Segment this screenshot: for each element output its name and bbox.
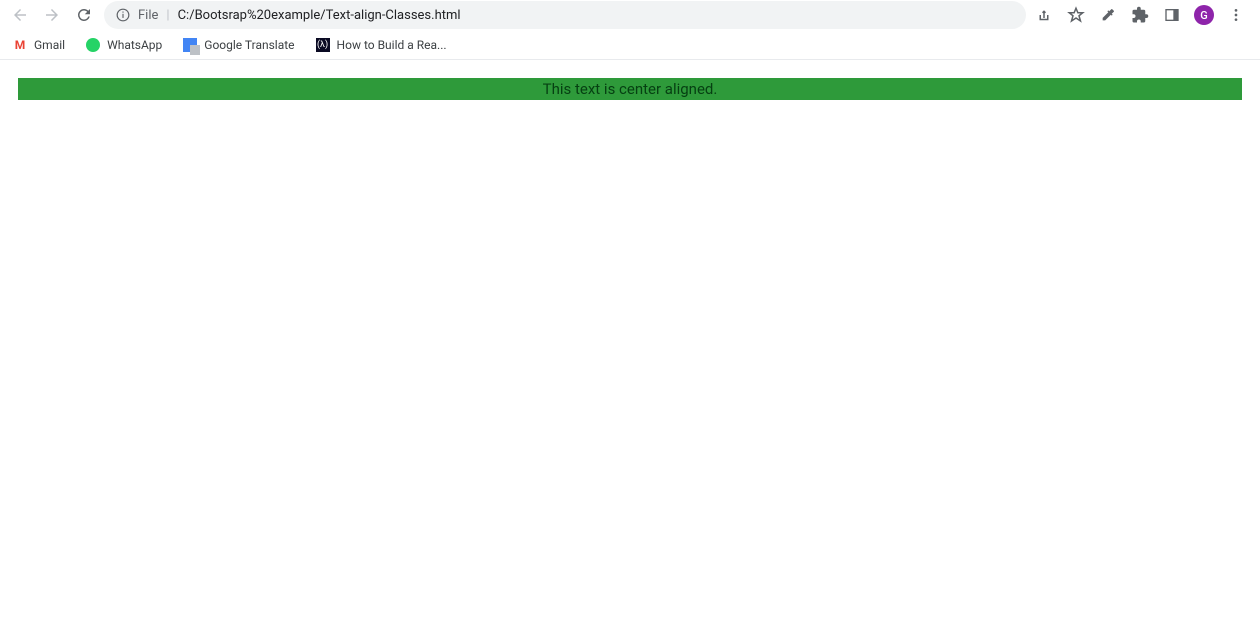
toolbar-right: G xyxy=(1034,5,1252,25)
bookmark-freecodecamp[interactable]: (λ) How to Build a Rea... xyxy=(315,37,447,53)
bookmarks-bar: M Gmail WhatsApp Google Translate (λ) Ho… xyxy=(0,30,1260,60)
bookmark-label: Gmail xyxy=(34,38,65,52)
address-bar[interactable]: File | C:/Bootsrap%20example/Text-align-… xyxy=(104,1,1026,29)
share-button[interactable] xyxy=(1034,5,1054,25)
bookmark-label: WhatsApp xyxy=(107,38,162,52)
back-button[interactable] xyxy=(8,3,32,27)
page-content: This text is center aligned. xyxy=(0,60,1260,118)
profile-avatar[interactable]: G xyxy=(1194,5,1214,25)
star-icon xyxy=(1067,6,1085,24)
separator: | xyxy=(166,8,169,23)
arrow-right-icon xyxy=(43,6,61,24)
share-icon xyxy=(1035,6,1053,24)
reload-icon xyxy=(75,6,93,24)
extensions-button[interactable] xyxy=(1130,5,1150,25)
browser-toolbar: File | C:/Bootsrap%20example/Text-align-… xyxy=(0,0,1260,30)
reload-button[interactable] xyxy=(72,3,96,27)
info-icon xyxy=(116,8,130,22)
avatar-initial: G xyxy=(1200,9,1208,22)
side-panel-button[interactable] xyxy=(1162,5,1182,25)
url-text: C:/Bootsrap%20example/Text-align-Classes… xyxy=(178,8,461,23)
file-scheme-label: File xyxy=(138,8,158,23)
bookmark-label: How to Build a Rea... xyxy=(337,38,447,52)
google-translate-icon xyxy=(182,37,198,53)
kebab-icon xyxy=(1228,7,1244,23)
banner-text: This text is center aligned. xyxy=(543,80,718,98)
bookmark-whatsapp[interactable]: WhatsApp xyxy=(85,37,162,53)
puzzle-icon xyxy=(1131,6,1149,24)
gmail-icon: M xyxy=(12,37,28,53)
bookmark-gmail[interactable]: M Gmail xyxy=(12,37,65,53)
arrow-left-icon xyxy=(11,6,29,24)
whatsapp-icon xyxy=(85,37,101,53)
freecodecamp-icon: (λ) xyxy=(315,37,331,53)
center-aligned-banner: This text is center aligned. xyxy=(18,78,1242,100)
eyedropper-icon xyxy=(1100,7,1116,23)
menu-button[interactable] xyxy=(1226,5,1246,25)
bookmark-google-translate[interactable]: Google Translate xyxy=(182,37,294,53)
panel-icon xyxy=(1164,7,1180,23)
eyedropper-button[interactable] xyxy=(1098,5,1118,25)
forward-button[interactable] xyxy=(40,3,64,27)
bookmark-label: Google Translate xyxy=(204,38,294,52)
bookmark-star-button[interactable] xyxy=(1066,5,1086,25)
